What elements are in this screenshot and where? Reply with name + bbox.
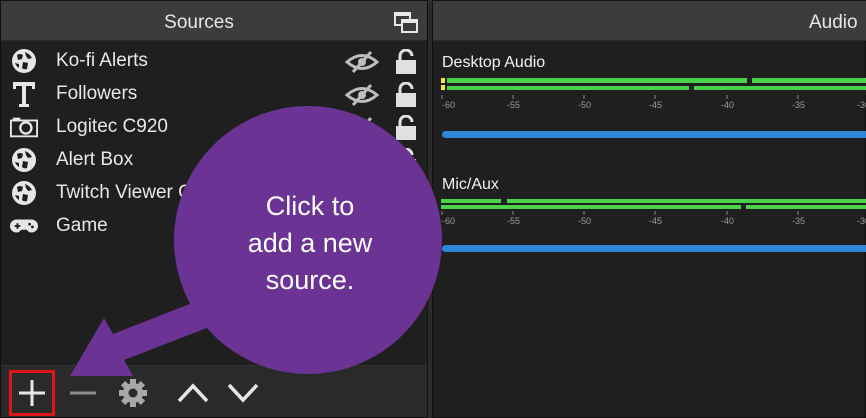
tick-label: -35 [792,100,805,109]
volume-meter [441,198,866,210]
volume-meter [441,77,866,95]
visibility-icon[interactable] [345,117,379,139]
audio-header: Audio [433,1,866,41]
source-item[interactable]: Logitec C920 [1,111,427,144]
lock-icon[interactable] [394,115,418,141]
sources-title: Sources [164,12,234,33]
audio-title: Audio [809,12,858,33]
meter-scale: -60 -55 -50 -45 -40 -35 -30 [441,211,866,225]
move-up-icon [177,383,209,403]
meter-scale: -60 -55 -50 -45 -40 -35 -30 [441,95,866,109]
source-name: Game [56,215,108,236]
volume-slider[interactable] [442,245,866,252]
move-up-button[interactable] [173,372,213,414]
remove-icon [70,391,96,395]
lock-icon[interactable] [394,82,418,108]
tick-label: -50 [578,216,591,225]
visibility-icon[interactable] [345,51,379,73]
add-icon [19,380,45,406]
tick-label: -55 [507,216,520,225]
tick-label: -50 [578,100,591,109]
source-name: Followers [56,83,138,104]
source-properties-button[interactable] [113,372,153,414]
source-item[interactable]: Game [1,210,427,243]
lock-icon[interactable] [394,148,418,174]
tick-label: -35 [792,216,805,225]
source-item[interactable]: Followers [1,78,427,111]
text-icon [10,81,38,107]
sources-header: Sources [1,1,427,41]
tick-label: -60 [442,100,455,109]
tick-label: -45 [649,100,662,109]
audio-panel: Audio Desktop Audio -60 -55 -50 -45 -40 … [432,0,866,418]
channel-name: Desktop Audio [442,54,546,71]
remove-source-button[interactable] [63,372,103,414]
tick-label: -55 [507,100,520,109]
undock-icon[interactable] [394,12,418,34]
source-name: Logitec C920 [56,116,168,137]
sources-panel: Sources Ko-fi Alerts Followers Logitec C… [0,0,428,418]
globe-icon [10,180,38,206]
volume-slider[interactable] [442,131,866,138]
tick-label: -45 [649,216,662,225]
source-name: Ko-fi Alerts [56,50,148,71]
source-item[interactable]: Alert Box [1,144,427,177]
move-down-icon [227,383,259,403]
gear-icon [119,379,147,407]
add-source-button[interactable] [9,370,55,416]
gamepad-icon [10,213,38,239]
sources-toolbar [1,365,427,417]
lock-icon[interactable] [394,49,418,75]
tick-label: -40 [721,100,734,109]
globe-icon [10,48,38,74]
source-list: Ko-fi Alerts Followers Logitec C920 Aler… [1,45,427,243]
channel-name: Mic/Aux [442,176,499,193]
source-item[interactable]: Twitch Viewer C [1,177,427,210]
move-down-button[interactable] [223,372,263,414]
source-name: Twitch Viewer C [56,182,192,203]
globe-icon [10,147,38,173]
tick-label: -60 [442,216,455,225]
source-item[interactable]: Ko-fi Alerts [1,45,427,78]
tick-label: -30 [857,216,866,225]
camera-icon [10,114,38,140]
tick-label: -30 [857,100,866,109]
visibility-icon[interactable] [345,84,379,106]
source-name: Alert Box [56,149,134,170]
tick-label: -40 [721,216,734,225]
